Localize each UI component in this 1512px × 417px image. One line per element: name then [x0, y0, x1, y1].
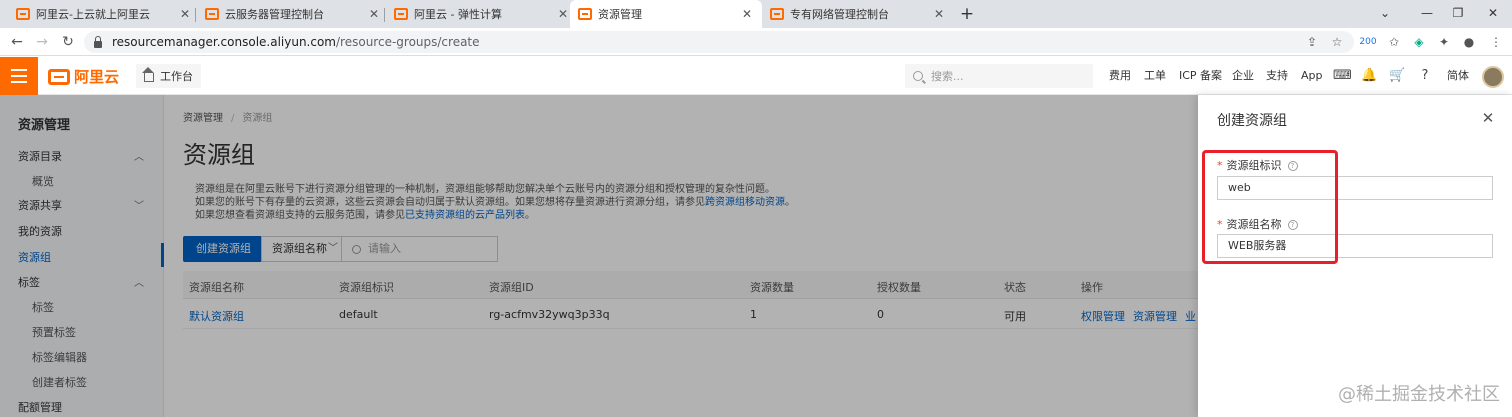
close-icon[interactable]: ✕	[367, 7, 381, 21]
tab-label: 阿里云-上云就上阿里云	[36, 8, 150, 21]
nav-ticket[interactable]: 工单	[1144, 57, 1166, 95]
drawer-title: 创建资源组	[1217, 113, 1287, 129]
search-placeholder: 搜索...	[931, 70, 964, 83]
notification-bell-icon[interactable]: 🔔	[1361, 68, 1377, 84]
aliyun-favicon-icon	[205, 8, 219, 20]
close-window-icon[interactable]: ✕	[1484, 4, 1502, 22]
language-switch[interactable]: 简体	[1447, 57, 1469, 95]
tab-label: 专有网络管理控制台	[790, 8, 889, 21]
aliyun-logo[interactable]: 阿里云	[48, 66, 119, 87]
search-icon	[913, 71, 923, 81]
browser-tab-active[interactable]: 资源管理 ✕	[570, 0, 762, 28]
annotation-highlight-box	[1202, 150, 1338, 264]
nav-icp[interactable]: ICP 备案	[1179, 57, 1222, 95]
profile-icon[interactable]: ●	[1460, 33, 1478, 51]
browser-tab-strip: 阿里云-上云就上阿里云 ✕ 云服务器管理控制台 ✕ 阿里云 - 弹性计算 ✕ 资…	[0, 0, 1512, 28]
nav-enterprise[interactable]: 企业	[1232, 57, 1254, 95]
aliyun-favicon-icon	[394, 8, 408, 20]
close-icon[interactable]: ✕	[556, 7, 570, 21]
workbench-button[interactable]: 工作台	[136, 64, 201, 88]
browser-tab[interactable]: 阿里云-上云就上阿里云 ✕	[8, 0, 200, 28]
aliyun-favicon-icon	[16, 8, 30, 20]
user-avatar[interactable]	[1482, 66, 1504, 88]
tab-label: 云服务器管理控制台	[225, 8, 324, 21]
aliyun-favicon-icon	[770, 8, 784, 20]
home-icon	[142, 66, 154, 82]
tab-divider	[384, 8, 385, 22]
close-icon[interactable]: ✕	[932, 7, 946, 21]
console-search-input[interactable]: 搜索...	[905, 64, 1093, 88]
tab-search-chevron-icon[interactable]: ⌄	[1376, 4, 1394, 22]
watermark: @稀土掘金技术社区	[1338, 384, 1500, 405]
close-icon[interactable]: ✕	[740, 7, 754, 21]
nav-support[interactable]: 支持	[1266, 57, 1288, 95]
browser-tab[interactable]: 云服务器管理控制台 ✕	[197, 0, 389, 28]
extension-icon[interactable]: ✩	[1385, 33, 1403, 51]
puzzle-extensions-icon[interactable]: ✦	[1435, 33, 1453, 51]
restore-icon[interactable]: ❐	[1449, 4, 1467, 22]
tab-divider	[195, 8, 196, 22]
url-field[interactable]: resourcemanager.console.aliyun.com/resou…	[84, 31, 1354, 53]
workbench-label: 工作台	[160, 70, 193, 83]
help-icon[interactable]: ?	[1417, 68, 1433, 84]
aliyun-logo-icon	[48, 68, 70, 85]
hamburger-menu-icon[interactable]	[0, 57, 38, 95]
extension-badge[interactable]: 200	[1359, 33, 1377, 51]
tab-label: 资源管理	[598, 8, 642, 21]
more-menu-icon[interactable]: ⋮	[1487, 33, 1505, 51]
nav-billing[interactable]: 费用	[1109, 57, 1131, 95]
new-tab-button[interactable]: +	[957, 4, 977, 24]
cart-icon[interactable]: 🛒	[1389, 68, 1405, 84]
console-topbar: 阿里云 工作台 搜索... 费用 工单 ICP 备案 企业 支持 App ⌨ 🔔…	[0, 57, 1512, 95]
back-icon[interactable]: ←	[8, 33, 26, 51]
logo-text: 阿里云	[74, 68, 120, 86]
minimize-icon[interactable]: —	[1418, 4, 1436, 22]
close-icon[interactable]: ✕	[1480, 109, 1496, 127]
lock-icon	[94, 35, 102, 48]
url-host: resourcemanager.console.aliyun.com	[112, 35, 336, 49]
modal-overlay[interactable]	[0, 95, 1198, 417]
browser-address-bar: ← → ↻ resourcemanager.console.aliyun.com…	[0, 28, 1512, 56]
reload-icon[interactable]: ↻	[59, 33, 77, 51]
extension-icon[interactable]: ◈	[1410, 33, 1428, 51]
url-path: /resource-groups/create	[336, 35, 480, 49]
tab-label: 阿里云 - 弹性计算	[414, 8, 502, 21]
terminal-icon[interactable]: ⌨	[1333, 68, 1352, 84]
bookmark-star-icon[interactable]: ☆	[1328, 33, 1346, 51]
nav-app[interactable]: App	[1301, 57, 1323, 95]
forward-icon[interactable]: →	[33, 33, 51, 51]
close-icon[interactable]: ✕	[178, 7, 192, 21]
share-icon[interactable]: ⇪	[1303, 33, 1321, 51]
browser-tab[interactable]: 阿里云 - 弹性计算 ✕	[386, 0, 578, 28]
browser-tab[interactable]: 专有网络管理控制台 ✕	[762, 0, 954, 28]
aliyun-favicon-icon	[578, 8, 592, 20]
